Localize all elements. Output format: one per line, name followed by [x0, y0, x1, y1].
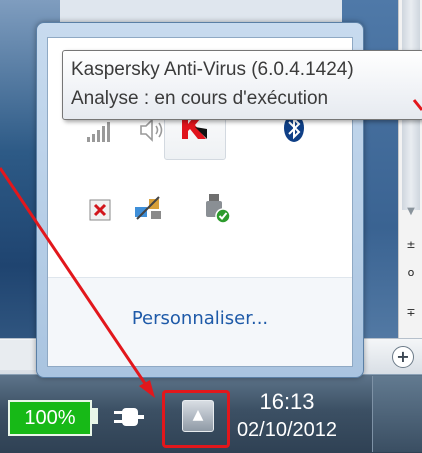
flyout-footer: Personnaliser... — [48, 277, 352, 366]
action-center-icon[interactable] — [82, 194, 118, 226]
power-plug-icon[interactable] — [112, 404, 146, 430]
customize-link[interactable]: Personnaliser... — [48, 308, 352, 329]
scroll-next-button[interactable]: ∓ — [402, 304, 420, 322]
network-icon[interactable] — [82, 116, 118, 148]
scroll-down-arrow-icon[interactable]: ▼ — [403, 205, 419, 219]
network-share-icon[interactable] — [130, 192, 166, 224]
scroll-browse-button[interactable]: o — [402, 264, 420, 282]
battery-terminal — [92, 408, 98, 424]
clock-date: 02/10/2012 — [236, 419, 338, 441]
kaspersky-tooltip: Kaspersky Anti-Virus (6.0.4.1424) Analys… — [62, 50, 422, 120]
tooltip-status: Analyse : en cours d'exécution — [71, 88, 329, 109]
zoom-in-button[interactable]: + — [392, 346, 414, 368]
tooltip-title: Kaspersky Anti-Virus (6.0.4.1424) — [71, 59, 354, 80]
usb-safe-remove-icon[interactable] — [198, 192, 234, 224]
clock-time: 16:13 — [259, 389, 315, 414]
show-hidden-icons-button[interactable]: ▲ — [182, 400, 214, 432]
show-desktop-button[interactable] — [372, 376, 422, 452]
battery-indicator: 100% — [8, 400, 92, 436]
scroll-prev-button[interactable]: ± — [402, 236, 420, 254]
status-strip-left-section — [0, 340, 41, 370]
taskbar-clock[interactable]: 16:13 02/10/2012 — [232, 388, 342, 444]
